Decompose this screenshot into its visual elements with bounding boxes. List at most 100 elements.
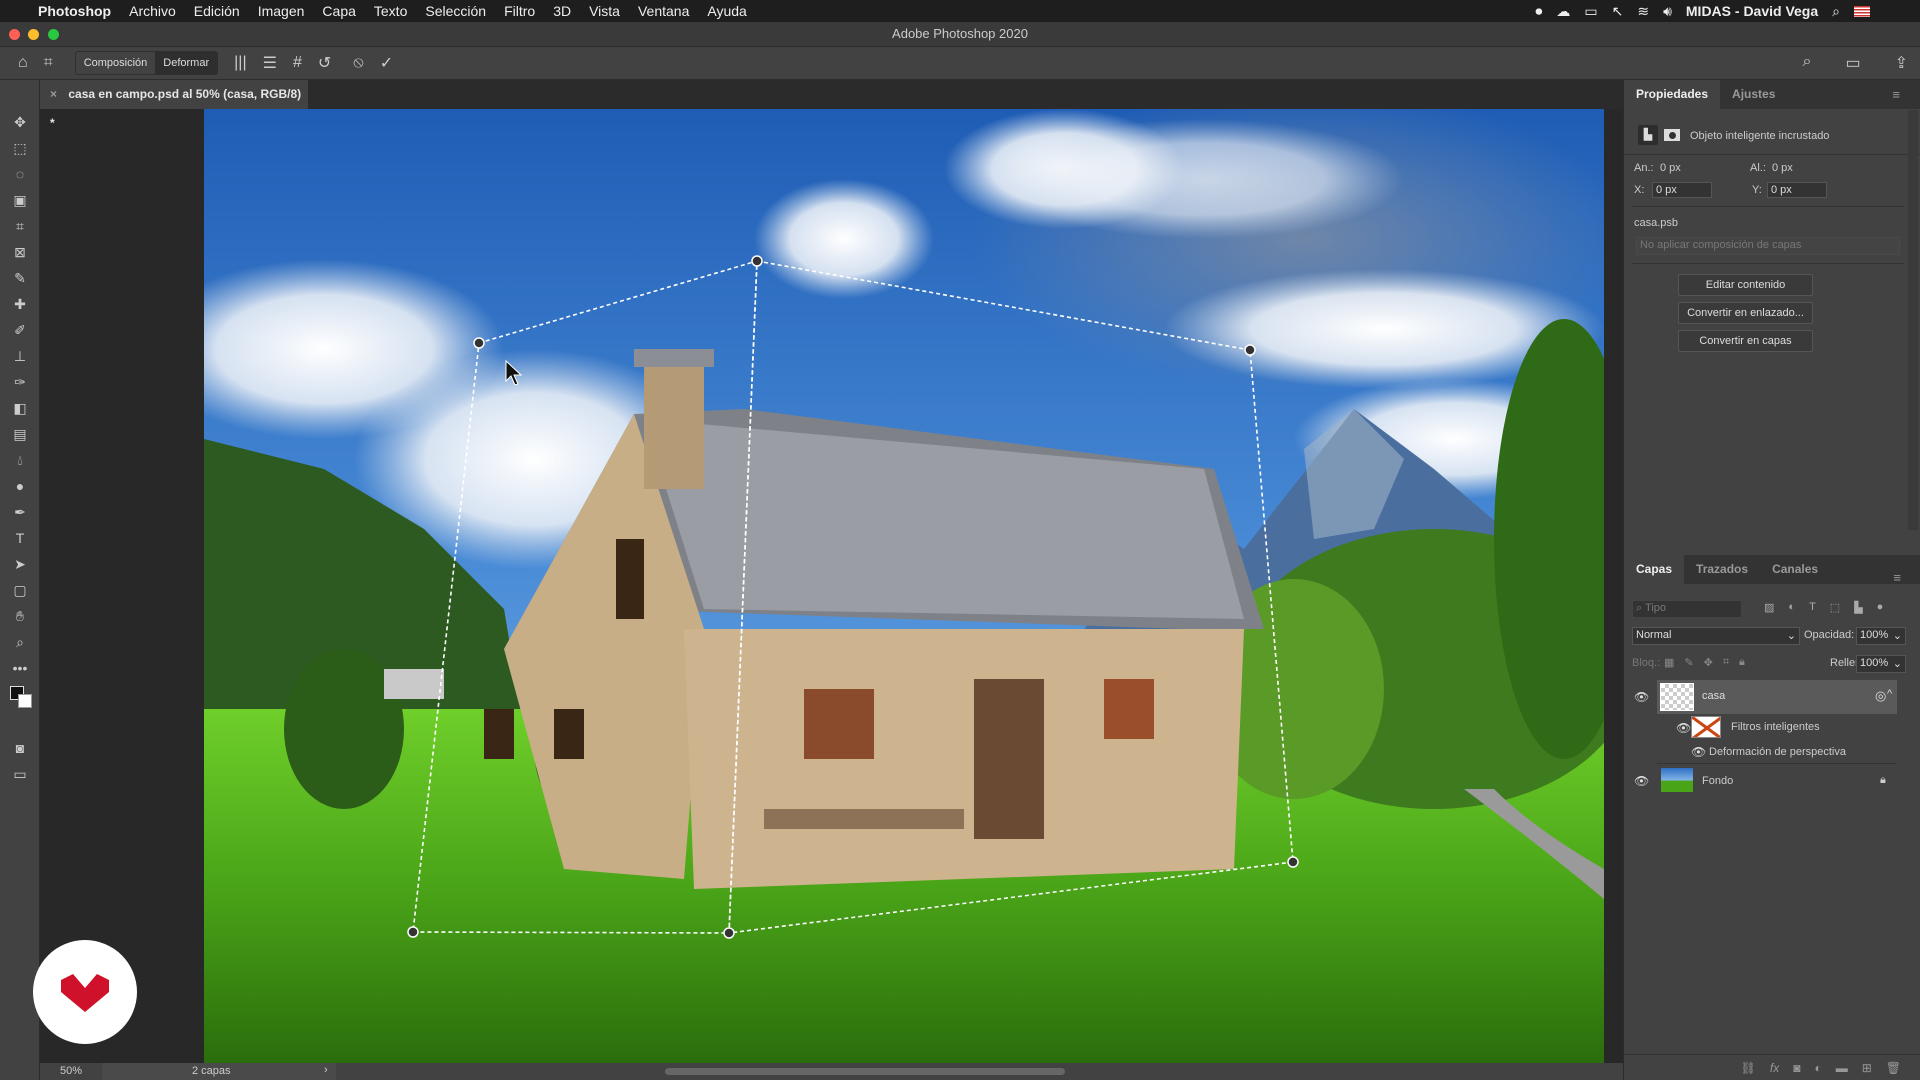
cancel-icon[interactable]: ⦸ xyxy=(353,54,363,72)
more-tools-icon[interactable]: ••• xyxy=(10,658,30,678)
blur-tool-icon[interactable]: 💧︎ xyxy=(10,450,30,470)
canvas-image[interactable] xyxy=(204,109,1604,1063)
hand-tool-icon[interactable]: ✋︎ xyxy=(10,606,30,626)
horizontal-straighten-icon[interactable]: ☰ xyxy=(263,53,277,73)
menu-imagen[interactable]: Imagen xyxy=(258,3,305,19)
composicion-button[interactable]: Composición xyxy=(76,52,156,74)
editar-contenido-button[interactable]: Editar contenido xyxy=(1678,274,1813,296)
mask-icon[interactable] xyxy=(1664,129,1680,141)
x-input[interactable]: 0 px xyxy=(1652,182,1712,198)
quick-mask-icon[interactable]: ◙ xyxy=(10,738,30,758)
menu-vista[interactable]: Vista xyxy=(589,3,620,19)
layers-menu-icon[interactable]: ≡ xyxy=(1881,563,1913,592)
layer-comp-select[interactable]: No aplicar composición de capas xyxy=(1636,237,1900,255)
menu-seleccion[interactable]: Selección xyxy=(425,3,486,19)
lasso-tool-icon[interactable]: ◌ xyxy=(10,164,30,184)
menu-app[interactable]: Photoshop xyxy=(38,3,111,19)
color-swatches[interactable] xyxy=(10,686,32,708)
warp-pin[interactable] xyxy=(1244,344,1256,356)
zoom-window-button[interactable] xyxy=(48,29,59,40)
crop-tool-icon[interactable]: ⌗ xyxy=(10,216,30,236)
volume-icon[interactable]: 🔊︎ xyxy=(1663,3,1672,20)
dodge-tool-icon[interactable]: ● xyxy=(10,476,30,496)
menu-capa[interactable]: Capa xyxy=(322,3,355,19)
filter-smart-icon[interactable]: ▙ xyxy=(1854,601,1862,614)
properties-scrollbar[interactable] xyxy=(1908,110,1918,530)
fx-icon[interactable]: fx xyxy=(1770,1061,1779,1075)
pen-tool-icon[interactable]: ✒ xyxy=(10,502,30,522)
gradient-tool-icon[interactable]: ▤ xyxy=(10,424,30,444)
tab-canales[interactable]: Canales xyxy=(1760,555,1830,584)
healing-tool-icon[interactable]: ✚ xyxy=(10,294,30,314)
warp-pin[interactable] xyxy=(1287,856,1299,868)
menu-ventana[interactable]: Ventana xyxy=(638,3,689,19)
collapse-icon[interactable]: ^ xyxy=(1887,688,1892,700)
type-tool-icon[interactable]: T xyxy=(10,528,30,548)
menu-filtro[interactable]: Filtro xyxy=(504,3,535,19)
visibility-eye-icon[interactable]: 👁︎ xyxy=(1691,745,1706,759)
y-input[interactable]: 0 px xyxy=(1767,182,1827,198)
display-icon[interactable]: ▭ xyxy=(1584,3,1597,20)
layer-name[interactable]: casa xyxy=(1702,690,1725,702)
eraser-tool-icon[interactable]: ◧ xyxy=(10,398,30,418)
fill-input[interactable]: 100% ⌄ xyxy=(1856,655,1906,673)
lock-transparency-icon[interactable]: ▦ xyxy=(1664,656,1674,669)
screen-mode-icon[interactable]: ▭ xyxy=(10,764,30,784)
home-icon[interactable]: ⌂ xyxy=(18,54,28,72)
trash-icon[interactable]: 🗑︎ xyxy=(1886,1061,1901,1075)
creative-cloud-icon[interactable]: ☁ xyxy=(1556,3,1570,20)
object-select-tool-icon[interactable]: ▣ xyxy=(10,190,30,210)
close-window-button[interactable] xyxy=(9,29,20,40)
tab-ajustes[interactable]: Ajustes xyxy=(1720,80,1787,109)
lock-artboard-icon[interactable]: ⌗ xyxy=(1723,656,1729,669)
workspace-icon[interactable]: ▭ xyxy=(1845,53,1860,73)
lock-paint-icon[interactable]: ✎ xyxy=(1684,656,1693,669)
filter-name[interactable]: Deformación de perspectiva xyxy=(1709,746,1846,758)
marquee-tool-icon[interactable]: ⬚ xyxy=(10,138,30,158)
layer-name[interactable]: Filtros inteligentes xyxy=(1731,721,1820,733)
commit-check-icon[interactable]: ✓ xyxy=(380,53,393,73)
visibility-eye-icon[interactable]: 👁︎ xyxy=(1676,721,1691,735)
vertical-straighten-icon[interactable]: ||| xyxy=(234,54,246,72)
status-menu-arrow-icon[interactable]: › xyxy=(324,1064,328,1076)
filter-toggle-icon[interactable]: ● xyxy=(1877,601,1884,614)
warp-pin[interactable] xyxy=(751,255,763,267)
lock-all-icon[interactable]: 🔒︎ xyxy=(1739,656,1745,669)
tab-propiedades[interactable]: Propiedades xyxy=(1624,80,1721,109)
wifi-icon[interactable]: ≋ xyxy=(1637,3,1649,20)
document-tab[interactable]: × casa en campo.psd al 50% (casa, RGB/8)… xyxy=(40,80,308,130)
horizontal-scrollbar[interactable] xyxy=(665,1068,1065,1075)
filter-type-icon[interactable]: T xyxy=(1809,601,1816,614)
opacity-input[interactable]: 100% ⌄ xyxy=(1856,627,1906,645)
close-tab-icon[interactable]: × xyxy=(50,87,57,101)
eyedropper-tool-icon[interactable]: ✎ xyxy=(10,268,30,288)
layer-casa[interactable]: casa ◎ ^ xyxy=(1657,680,1897,714)
convertir-enlazado-button[interactable]: Convertir en enlazado... xyxy=(1678,302,1813,324)
history-brush-tool-icon[interactable]: ✑ xyxy=(10,372,30,392)
visibility-eye-icon[interactable]: 👁︎ xyxy=(1634,690,1649,704)
visibility-eye-icon[interactable]: 👁︎ xyxy=(1634,774,1649,788)
flag-icon[interactable] xyxy=(1854,5,1870,17)
blend-mode-select[interactable]: Normal ⌄ xyxy=(1632,627,1800,645)
stamp-tool-icon[interactable]: ⊥ xyxy=(10,346,30,366)
record-icon[interactable]: ⏺ xyxy=(1535,3,1542,20)
link-layers-icon[interactable]: ⛓ xyxy=(1741,1061,1756,1075)
path-select-tool-icon[interactable]: ➤ xyxy=(10,554,30,574)
layer-name[interactable]: Fondo xyxy=(1702,775,1733,787)
new-layer-icon[interactable]: ⊞ xyxy=(1862,1061,1872,1075)
move-tool-icon[interactable]: ✥ xyxy=(10,112,30,132)
filter-shape-icon[interactable]: ⬚ xyxy=(1830,601,1840,614)
spotlight-icon[interactable]: ⌕ xyxy=(1832,3,1840,20)
minimize-window-button[interactable] xyxy=(28,29,39,40)
menu-texto[interactable]: Texto xyxy=(374,3,407,19)
zoom-level[interactable]: 50% xyxy=(60,1065,82,1077)
perspective-warp-tool-icon[interactable]: ⌗ xyxy=(44,54,53,72)
layer-filter-input[interactable]: ⌕ Tipo xyxy=(1632,600,1742,618)
grid-straighten-icon[interactable]: # xyxy=(293,54,302,72)
menu-ayuda[interactable]: Ayuda xyxy=(707,3,746,19)
adjustment-layer-icon[interactable]: ◐ xyxy=(1814,1061,1821,1075)
lock-move-icon[interactable]: ✥ xyxy=(1704,656,1713,669)
add-mask-icon[interactable]: ◙ xyxy=(1793,1061,1800,1075)
reset-icon[interactable]: ↺ xyxy=(318,53,331,73)
menu-3d[interactable]: 3D xyxy=(553,3,571,19)
